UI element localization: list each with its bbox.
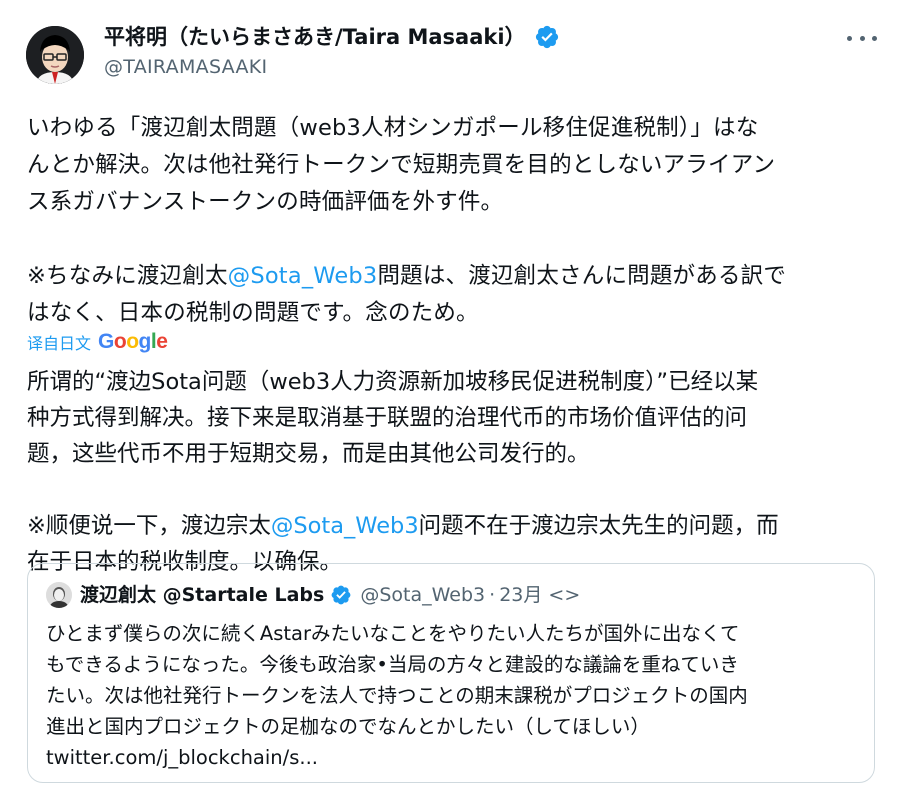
quoted-author-avatar[interactable]: [46, 582, 72, 608]
translated-from-label[interactable]: 译自日文: [27, 330, 91, 354]
tweet-line: いわゆる「渡辺創太問題（web3人材シンガポール移住促進税制）」はな: [27, 115, 759, 141]
author-avatar[interactable]: [26, 26, 84, 84]
tweet-text-fragment: ※ちなみに渡辺創太: [27, 263, 228, 289]
quoted-author-name[interactable]: 渡辺創太 @Startale Labs: [80, 582, 324, 608]
quoted-avatar-illustration: [46, 582, 72, 608]
google-logo: Google: [98, 330, 168, 353]
tweet-line: ス系ガバナンストークンの時価評価を外す件。: [27, 189, 504, 215]
translation-line: 种方式得到解决。接下来是取消基于联盟的治理代币的市场价值评估的问: [27, 405, 748, 431]
quote-line: たい。次は他社発行トークンを法人で持つことの期末課税がプロジェクトの国内: [46, 684, 748, 707]
quoted-author-handle[interactable]: @Sota_Web3: [360, 582, 485, 608]
quote-line: もできるようになった。今後も政治家•当局の方々と建設的な議論を重ねていき: [46, 653, 739, 676]
tweet-line: はなく、日本の税制の問題です。念のため。: [27, 300, 479, 326]
quote-line: 進出と国内プロジェクトの足枷なのでなんとかしたい（してほしい）: [46, 715, 650, 738]
author-name[interactable]: 平将明（たいらまさあき/Taira Masaaki）: [104, 23, 526, 51]
quoted-tweet-card[interactable]: 渡辺創太 @Startale Labs @Sota_Web3 · 23月 <> …: [27, 563, 875, 783]
tweet-line: ※ちなみに渡辺創太@Sota_Web3問題は、渡辺創太さんに問題がある訳で: [27, 258, 877, 295]
translation-fragment: 问题不在于渡边宗太先生的问题，而: [418, 513, 779, 539]
translation-attribution[interactable]: 译自日文 Google: [27, 329, 168, 355]
tweet-line: んとか解決。次は他社発行トークンで短期売買を目的としないアライアン: [27, 152, 776, 178]
author-name-row[interactable]: 平将明（たいらまさあき/Taira Masaaki）: [104, 23, 560, 51]
quote-link[interactable]: twitter.com/j_blockchain/s...: [46, 742, 856, 773]
avatar-illustration: [26, 26, 84, 84]
translation-line: 所谓的“渡边Sota问题（web3人力资源新加坡移民促进税制度）”已经以某: [27, 369, 759, 395]
translation-fragment: ※顺便说一下，渡边宗太: [27, 513, 271, 539]
quoted-tweet-body: ひとまず僕らの次に続くAstarみたいなことをやりたい人たちが国外に出なくて も…: [46, 618, 856, 773]
quoted-tweet-header: 渡辺創太 @Startale Labs @Sota_Web3 · 23月 <>: [46, 582, 580, 608]
more-options-icon: [847, 35, 852, 41]
quoted-timestamp[interactable]: 23月 <>: [499, 582, 580, 608]
author-handle[interactable]: @TAIRAMASAAKI: [104, 54, 267, 80]
mention-link[interactable]: @Sota_Web3: [228, 263, 378, 289]
quote-line: ひとまず僕らの次に続くAstarみたいなことをやりたい人たちが国外に出なくて: [46, 622, 740, 645]
mention-link[interactable]: @Sota_Web3: [271, 513, 419, 539]
separator-dot: ·: [489, 584, 496, 606]
translation-line: 题，这些代币不用于短期交易，而是由其他公司发行的。: [27, 441, 590, 467]
translated-text: 所谓的“渡边Sota问题（web3人力资源新加坡移民促进税制度）”已经以某 种方…: [27, 364, 877, 580]
translation-line: ※顺便说一下，渡边宗太@Sota_Web3问题不在于渡边宗太先生的问题，而: [27, 508, 877, 544]
verified-badge-icon: [535, 25, 558, 49]
more-options-button[interactable]: [847, 28, 877, 48]
more-dot: [872, 35, 877, 41]
verified-badge-icon: [331, 585, 351, 605]
tweet-body: いわゆる「渡辺創太問題（web3人材シンガポール移住促進税制）」はな んとか解決…: [27, 110, 877, 332]
tweet-text-fragment: 問題は、渡辺創太さんに問題がある訳で: [377, 263, 787, 289]
more-dot: [859, 35, 865, 41]
